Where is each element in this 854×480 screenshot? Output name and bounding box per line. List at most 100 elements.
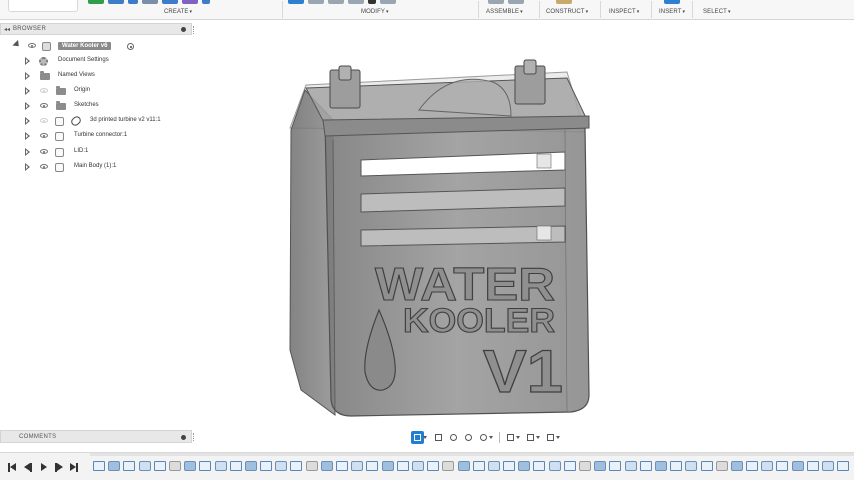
panel-resize-handle[interactable] (193, 433, 195, 441)
shell-icon[interactable] (348, 0, 364, 4)
expand-toggle[interactable] (25, 148, 33, 156)
revolve-icon[interactable] (128, 0, 138, 4)
timeline-feature-icon[interactable] (366, 461, 379, 471)
timeline-feature-icon[interactable] (93, 461, 105, 471)
visibility-eye-icon[interactable] (40, 103, 48, 109)
timeline-feature-icon[interactable] (229, 461, 242, 471)
browser-item-named-views[interactable]: Named Views (0, 70, 192, 83)
timeline-feature-icon[interactable] (411, 461, 424, 471)
timeline-feature-icon[interactable] (427, 461, 440, 471)
new-sketch-icon[interactable] (88, 0, 104, 4)
expand-toggle[interactable] (25, 117, 33, 125)
timeline-feature-icon[interactable] (776, 461, 789, 471)
grid-snap-icon[interactable] (432, 431, 445, 444)
pan-icon[interactable] (447, 431, 460, 444)
timeline-feature-icon[interactable] (275, 461, 288, 471)
timeline-feature-icon[interactable] (518, 461, 531, 471)
fillet-icon[interactable] (308, 0, 324, 4)
zoom-icon[interactable] (477, 431, 493, 444)
timeline-feature-icon[interactable] (503, 461, 516, 471)
expand-toggle[interactable] (25, 102, 33, 110)
expand-toggle[interactable] (25, 163, 33, 171)
timeline-feature-icon[interactable] (579, 461, 591, 471)
expand-toggle[interactable] (25, 87, 33, 95)
timeline-feature-icon[interactable] (168, 461, 181, 471)
timeline-feature-icon[interactable] (791, 461, 804, 471)
browser-item-origin[interactable]: Origin (0, 85, 192, 98)
application-menu[interactable] (8, 0, 78, 12)
timeline-feature-icon[interactable] (244, 461, 257, 471)
timeline-feature-icon[interactable] (548, 461, 561, 471)
browser-item-lid[interactable]: LID:1 (0, 146, 192, 159)
visibility-eye-icon[interactable] (40, 88, 48, 94)
visibility-eye-icon[interactable] (28, 43, 36, 49)
timeline-feature-icon[interactable] (654, 461, 667, 471)
timeline-feature-icon[interactable] (715, 461, 728, 471)
timeline-feature-icon[interactable] (533, 461, 546, 471)
sweep-icon[interactable] (142, 0, 158, 4)
root-label[interactable]: Water Kooler v6 (58, 42, 112, 50)
viewports-icon[interactable] (544, 431, 560, 444)
timeline-feature-icon[interactable] (351, 461, 364, 471)
play-icon[interactable] (40, 463, 50, 473)
timeline-feature-icon[interactable] (746, 461, 759, 471)
timeline-feature-icon[interactable] (214, 461, 227, 471)
timeline-feature-icon[interactable] (184, 461, 197, 471)
timeline-feature-icon[interactable] (563, 461, 576, 471)
timeline-feature-icon[interactable] (290, 461, 303, 471)
timeline-feature-icon[interactable] (457, 461, 470, 471)
visibility-eye-icon[interactable] (40, 164, 48, 170)
collapse-panel-icon[interactable]: ◂◂ (1, 26, 13, 33)
canvas-viewport[interactable]: WATER KOOLER V1 (193, 20, 854, 444)
timeline-feature-icon[interactable] (108, 461, 121, 471)
visibility-eye-icon[interactable] (40, 118, 48, 124)
timeline-feature-icon[interactable] (336, 461, 348, 471)
timeline-feature-icon[interactable] (381, 461, 394, 471)
step-back-icon[interactable] (24, 463, 34, 473)
expand-toggle[interactable] (25, 132, 33, 140)
go-to-start-icon[interactable] (8, 463, 18, 473)
browser-item-turbine[interactable]: 3d printed turbine v2 v11:1 (0, 114, 192, 128)
timeline-feature-icon[interactable] (487, 461, 500, 471)
timeline-feature-icon[interactable] (396, 461, 409, 471)
timeline-feature-icon[interactable] (153, 461, 166, 471)
timeline-feature-icon[interactable] (123, 461, 136, 471)
press-pull-icon[interactable] (288, 0, 304, 4)
comments-add-icon[interactable] (181, 435, 186, 440)
expand-toggle[interactable] (25, 72, 33, 80)
timeline-feature-icon[interactable] (138, 461, 151, 471)
browser-item-main-body[interactable]: Main Body (1):1 (0, 161, 192, 174)
box-icon[interactable] (202, 0, 210, 4)
browser-item-turbine-connector[interactable]: Turbine connector:1 (0, 130, 192, 143)
browser-item-document-settings[interactable]: Document Settings (0, 55, 192, 68)
timeline-feature-icon[interactable] (624, 461, 637, 471)
timeline-feature-icon[interactable] (837, 461, 850, 471)
activate-radio-icon[interactable] (127, 43, 134, 50)
select-menu[interactable]: SELECT▾ (703, 9, 731, 15)
browser-root[interactable]: Water Kooler v6 (0, 39, 192, 53)
timeline-feature-icon[interactable] (730, 461, 743, 471)
split-icon[interactable] (368, 0, 376, 4)
zoom-window-icon[interactable] (462, 431, 475, 444)
display-settings-icon[interactable] (504, 431, 520, 444)
timeline-feature-icon[interactable] (442, 461, 455, 471)
timeline-feature-icon[interactable] (472, 461, 485, 471)
insert-mesh-icon[interactable] (664, 0, 680, 4)
timeline-feature-icon[interactable] (609, 461, 622, 471)
timeline-scrubber[interactable] (90, 453, 854, 456)
create-menu[interactable]: CREATE▾ (164, 9, 192, 15)
joint-icon[interactable] (508, 0, 524, 4)
visibility-eye-icon[interactable] (40, 149, 48, 155)
go-to-end-icon[interactable] (70, 463, 80, 473)
timeline-feature-icon[interactable] (320, 461, 333, 471)
timeline-feature-icon[interactable] (639, 461, 652, 471)
form-icon[interactable] (182, 0, 198, 4)
new-component-icon[interactable] (488, 0, 504, 4)
modify-menu[interactable]: MODIFY▾ (361, 9, 389, 15)
timeline-feature-icon[interactable] (761, 461, 774, 471)
timeline-feature-icon[interactable] (822, 461, 834, 471)
move-icon[interactable] (380, 0, 396, 4)
expand-toggle[interactable] (25, 57, 33, 65)
timeline-feature-icon[interactable] (670, 461, 683, 471)
loft-icon[interactable] (162, 0, 178, 4)
